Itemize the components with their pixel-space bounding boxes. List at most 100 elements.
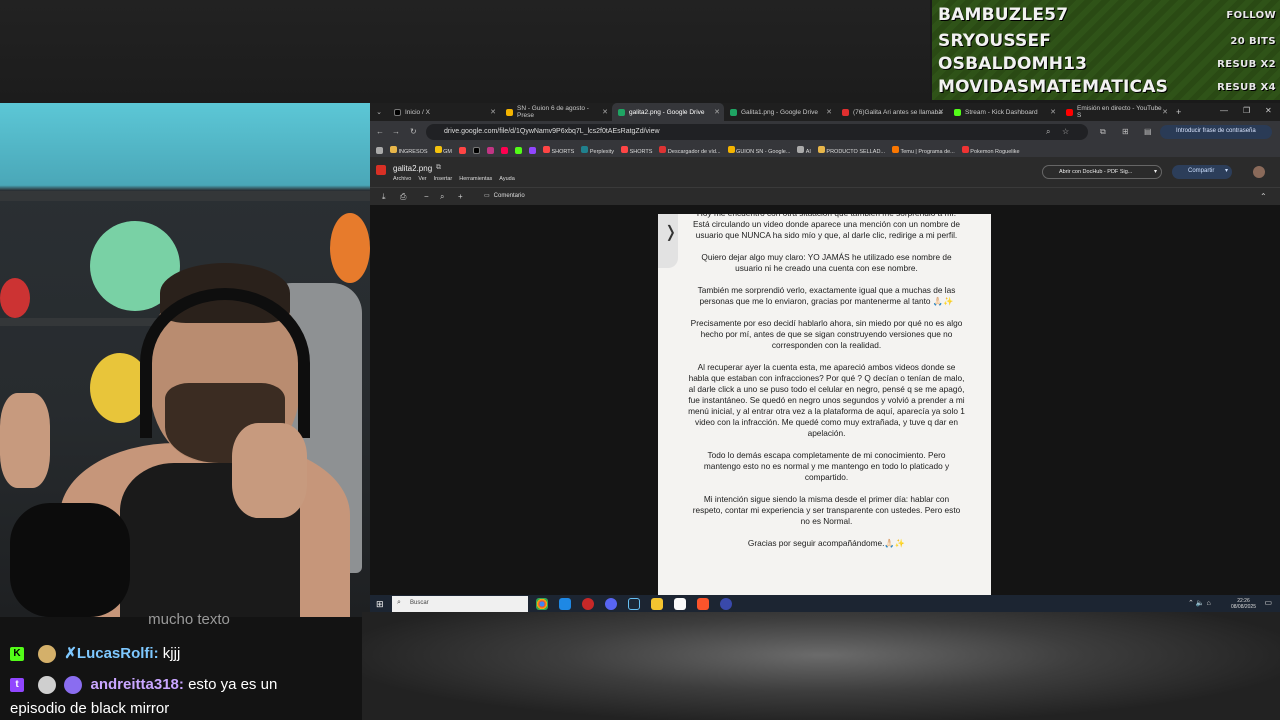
browser-tab[interactable]: Emisión en directo - YouTube S ✕ [1060, 103, 1172, 121]
menu-archivo[interactable]: Archivo [393, 176, 411, 182]
zoom-icon[interactable]: ⌕ [440, 192, 444, 202]
print-icon[interactable]: ⎙ [400, 192, 406, 202]
shorts-icon [542, 145, 550, 153]
sidebar-icon[interactable]: ▤ [1144, 127, 1152, 136]
download-icon[interactable]: ⤓ [382, 192, 386, 202]
taskbar-clock[interactable]: 22:26 08/08/2025 [1231, 598, 1256, 610]
open-with-button[interactable]: Abrir con DocHub - PDF Sig... ▾ [1042, 165, 1162, 179]
steam-icon[interactable] [628, 598, 640, 610]
new-tab-icon[interactable]: + [1176, 107, 1181, 117]
webcam-feed [0, 103, 370, 617]
menu-insertar[interactable]: Insertar [434, 176, 453, 182]
tab-close-icon[interactable]: ✕ [826, 108, 832, 116]
zoom-icon[interactable]: ⌕ [1046, 127, 1050, 137]
bookmark-item[interactable]: Perplexity [581, 145, 614, 155]
bookmark-item[interactable]: Pokemon Roguelike [961, 145, 1020, 155]
tab-close-icon[interactable]: ✕ [938, 108, 944, 116]
bookmark-item[interactable]: AI [797, 145, 811, 155]
browser-tab[interactable]: Galita1.png - Google Drive ✕ [724, 103, 836, 121]
forward-icon[interactable]: → [392, 127, 400, 136]
browser-tab[interactable]: (76)Galita Ari antes se llamaba ✕ [836, 103, 948, 121]
browser-window: ⌄ Inicio / X ✕ SN - Guion 6 de agosto - P… [370, 103, 1280, 613]
bookmark-item[interactable]: GUION SN - Google... [727, 145, 791, 155]
chrome-icon[interactable] [536, 598, 548, 610]
sidebar-toggle[interactable]: ❭ [658, 214, 678, 268]
reload-icon[interactable]: ↻ [410, 127, 417, 136]
slides-icon [727, 145, 735, 153]
chat-message-text: esto ya es un [188, 676, 278, 693]
brave-icon[interactable] [697, 598, 709, 610]
x-icon[interactable] [472, 146, 480, 154]
url-input[interactable]: drive.google.com/file/d/1QywNamv9P6xbq7L… [426, 124, 1088, 140]
viewer-toolbar: ⤓ ⎙ − ⌕ + ▭ Comentario ⌃ [370, 187, 1280, 205]
tab-search-icon[interactable]: ⌄ [370, 108, 388, 116]
alert-badge: RESUB X4 [1217, 81, 1276, 93]
close-window-icon[interactable]: ✕ [1265, 106, 1272, 115]
bookmark-item[interactable]: GM [434, 145, 452, 155]
tab-close-icon[interactable]: ✕ [714, 108, 720, 116]
bookmark-item[interactable]: PRODUCTO SELLAD... [817, 145, 886, 155]
stream-alerts-panel: BAMBUZLE57 FOLLOW SRYOUSSEF 20 BITS OSBA… [932, 0, 1280, 100]
download-icon [659, 145, 667, 153]
youtube-icon[interactable] [458, 146, 466, 154]
tiktok-icon[interactable] [500, 146, 508, 154]
passphrase-button[interactable]: Introducir frase de contraseña [1160, 125, 1272, 139]
menu-ayuda[interactable]: Ayuda [499, 176, 515, 182]
tab-close-icon[interactable]: ✕ [1162, 108, 1168, 116]
back-icon[interactable]: ← [376, 127, 384, 136]
bookmark-item[interactable]: Temu | Programa de... [892, 145, 955, 155]
bookmark-item[interactable]: SHORTS [621, 145, 652, 155]
tray-icons[interactable]: ⌃ 🔈 ⌂ [1188, 599, 1211, 607]
restore-icon[interactable]: ❐ [1243, 106, 1250, 115]
chat-overlay: mucho texto K ✗LucasRolfi: kjjj t andrei… [0, 611, 362, 720]
share-button[interactable]: Compartir ▾ [1172, 165, 1232, 179]
app-icon[interactable] [720, 598, 732, 610]
comment-button[interactable]: ▭ Comentario [484, 192, 525, 199]
browser-tab[interactable]: Inicio / X ✕ [388, 103, 500, 121]
tab-close-icon[interactable]: ✕ [1050, 108, 1056, 116]
notepad-icon[interactable] [674, 598, 686, 610]
folder-move-icon[interactable]: ⧉ [436, 164, 441, 172]
taskbar-search[interactable]: ⌕ Buscar [392, 596, 528, 612]
kick-icon: K [10, 647, 24, 662]
menu-ver[interactable]: Ver [418, 176, 426, 182]
mail-icon[interactable] [559, 598, 571, 610]
extension-icon[interactable]: ⧉ [1100, 127, 1106, 137]
zoom-out-icon[interactable]: − [424, 192, 429, 201]
obs-icon[interactable] [582, 598, 594, 610]
alert-name: MOVIDASMATEMATICAS [938, 77, 1169, 97]
tab-close-icon[interactable]: ✕ [602, 108, 608, 116]
chevron-down-icon: ▾ [1224, 168, 1228, 174]
headset [140, 288, 310, 438]
file-explorer-icon[interactable] [651, 598, 663, 610]
tab-label: galita2.png - Google Drive [629, 108, 705, 116]
tab-favicon-icon [842, 108, 849, 116]
avatar[interactable] [1253, 166, 1265, 178]
bookmark-label: GUION SN - Google... [736, 148, 791, 155]
bookmark-label: AI [805, 148, 811, 155]
browser-tab[interactable]: Stream - Kick Dashboard ✕ [948, 103, 1060, 121]
kick-icon[interactable] [514, 146, 522, 154]
statement-paragraph: Todo lo demás escapa completamente de mi… [703, 450, 950, 482]
discord-icon[interactable] [605, 598, 617, 610]
apps-icon[interactable] [376, 146, 383, 154]
zoom-in-icon[interactable]: + [458, 192, 463, 201]
bookmark-item[interactable]: Descargador de víd... [659, 145, 721, 155]
extension-icon[interactable]: ⊞ [1122, 127, 1129, 136]
alert-name: SRYOUSSEF [938, 31, 1052, 51]
minimize-icon[interactable]: — [1220, 106, 1228, 115]
browser-tab[interactable]: SN - Guion 6 de agosto - Prese ✕ [500, 103, 612, 121]
bookmark-star-icon[interactable]: ☆ [1062, 127, 1069, 136]
browser-tab-active[interactable]: galita2.png - Google Drive ✕ [612, 103, 724, 121]
tab-close-icon[interactable]: ✕ [490, 108, 496, 116]
instagram-icon[interactable] [486, 146, 494, 154]
windows-start-icon[interactable]: ⊞ [376, 599, 384, 610]
bookmark-item[interactable]: SHORTS [542, 145, 574, 155]
notification-icon[interactable]: ▭ [1264, 598, 1272, 607]
chevron-up-icon[interactable]: ⌃ [1260, 192, 1267, 201]
bookmark-label: PRODUCTO SELLAD... [826, 148, 886, 155]
menu-herramientas[interactable]: Herramientas [459, 176, 492, 182]
twitch-icon[interactable] [528, 146, 536, 154]
bookmark-item[interactable]: INGRESOS [390, 145, 428, 155]
document-title: galita2.png [393, 164, 433, 173]
